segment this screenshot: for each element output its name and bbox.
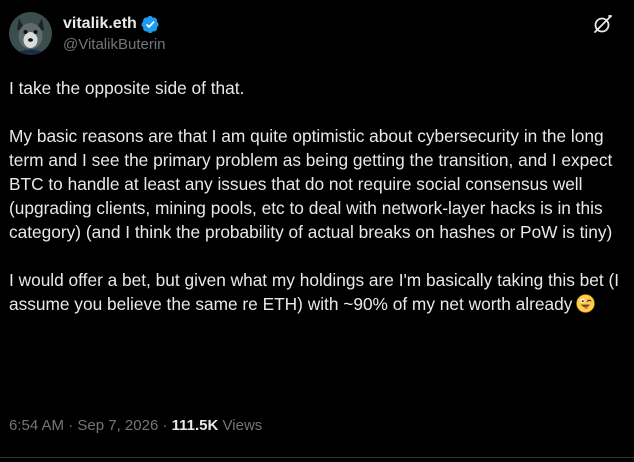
views-count: 111.5K [171, 417, 219, 434]
author-handle[interactable]: @VitalikButerin [63, 36, 166, 53]
divider [0, 457, 634, 458]
tweet-paragraph: I take the opposite side of that. [9, 78, 245, 98]
meta-separator: · [162, 417, 168, 434]
views-label: Views [222, 417, 263, 434]
wolf-avatar-icon [9, 12, 52, 55]
tweet-date[interactable]: Sep 7, 2026 [77, 417, 158, 434]
grok-icon[interactable] [592, 13, 614, 35]
winking-tongue-emoji-icon [576, 294, 595, 313]
author-display-name[interactable]: vitalik.eth [63, 15, 137, 33]
author-name-row: vitalik.eth [63, 13, 160, 35]
tweet-time[interactable]: 6:54 AM [9, 417, 64, 434]
tweet-paragraph-last: I would offer a bet, but given what my h… [9, 268, 629, 316]
avatar[interactable] [9, 12, 52, 55]
tweet-paragraph: My basic reasons are that I am quite opt… [9, 126, 613, 242]
tweet-text: I take the opposite side of that. My bas… [9, 76, 629, 316]
tweet-meta: 6:54 AM · Sep 7, 2026 · 111.5K Views [9, 416, 262, 436]
verified-badge-icon[interactable] [141, 15, 160, 34]
tweet-paragraph-text: I would offer a bet, but given what my h… [9, 270, 620, 314]
meta-separator: · [68, 417, 74, 434]
